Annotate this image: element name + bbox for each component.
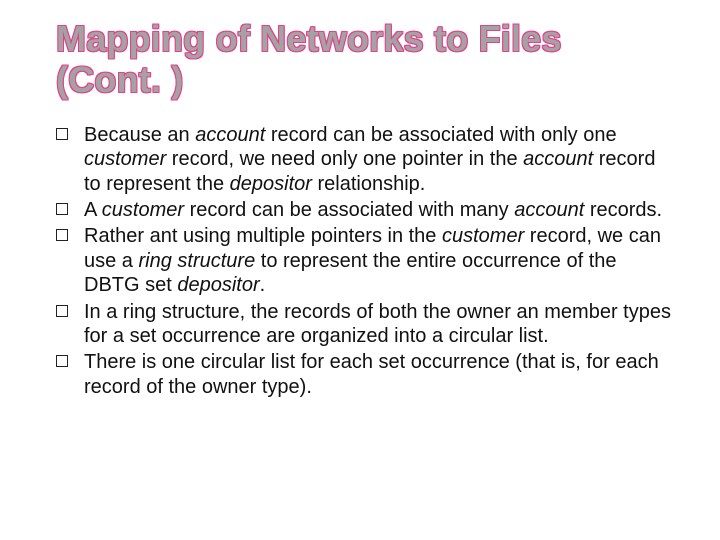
list-item-text: In a ring structure, the records of both…	[84, 300, 672, 349]
bullet-marker-icon	[56, 203, 68, 215]
bullet-list: Because an account record can be associa…	[56, 123, 672, 399]
slide-title: Mapping of Networks to Files (Cont. )	[56, 18, 672, 101]
list-item: Rather ant using multiple pointers in th…	[56, 224, 672, 297]
bullet-marker-icon	[56, 128, 68, 140]
list-item-text: There is one circular list for each set …	[84, 350, 672, 399]
list-item: In a ring structure, the records of both…	[56, 300, 672, 349]
list-item-text: Rather ant using multiple pointers in th…	[84, 224, 672, 297]
list-item: There is one circular list for each set …	[56, 350, 672, 399]
bullet-marker-icon	[56, 229, 68, 241]
list-item: A customer record can be associated with…	[56, 198, 672, 222]
slide: Mapping of Networks to Files (Cont. ) Be…	[0, 0, 720, 540]
bullet-marker-icon	[56, 305, 68, 317]
bullet-marker-icon	[56, 355, 68, 367]
list-item-text: A customer record can be associated with…	[84, 198, 672, 222]
list-item-text: Because an account record can be associa…	[84, 123, 672, 196]
list-item: Because an account record can be associa…	[56, 123, 672, 196]
